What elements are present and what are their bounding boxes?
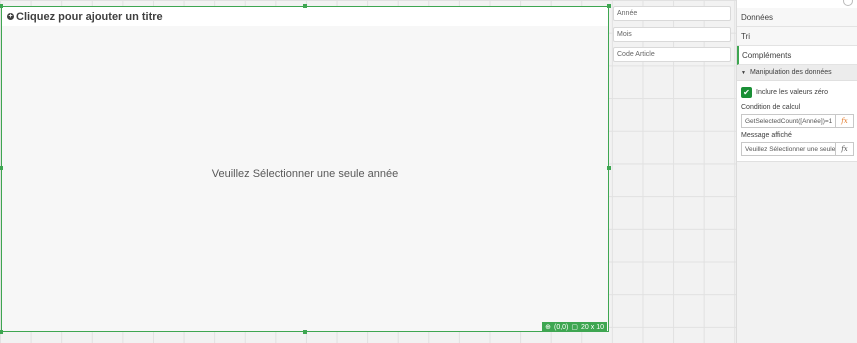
position-size-badge: ⊕ (0,0) ▢ 20 x 10 bbox=[542, 322, 607, 332]
properties-panel: Données Tri Compléments ▼ Manipulation d… bbox=[736, 0, 857, 343]
resize-handle-top-center[interactable] bbox=[303, 4, 307, 8]
section-complements[interactable]: Compléments bbox=[737, 46, 857, 65]
resize-handle-middle-left[interactable] bbox=[0, 166, 3, 170]
title-bar[interactable]: + Cliquez pour ajouter un titre bbox=[2, 7, 608, 26]
filter-pane-annee[interactable]: Année bbox=[613, 6, 731, 21]
calculation-condition-message: Veuillez Sélectionner une seule année bbox=[211, 168, 399, 180]
resize-handle-bottom-center[interactable] bbox=[303, 330, 307, 334]
add-title-icon[interactable]: + bbox=[7, 13, 14, 20]
section-donnees[interactable]: Données bbox=[737, 8, 857, 27]
section-label: Tri bbox=[741, 31, 751, 41]
data-handling-body: ✔ Inclure les valeurs zéro Condition de … bbox=[737, 81, 857, 162]
message-field: Veuillez Sélectionner une seule année fx bbox=[741, 142, 854, 156]
resize-handle-top-left[interactable] bbox=[0, 4, 3, 8]
section-label: Données bbox=[741, 12, 774, 22]
message-label: Message affiché bbox=[741, 132, 792, 139]
subsection-manipulation-donnees[interactable]: ▼ Manipulation des données bbox=[737, 65, 857, 81]
panel-header bbox=[737, 0, 857, 8]
title-placeholder[interactable]: Cliquez pour ajouter un titre bbox=[16, 11, 163, 23]
include-zero-label: Inclure les valeurs zéro bbox=[756, 88, 828, 96]
message-input[interactable]: Veuillez Sélectionner une seule année bbox=[741, 142, 835, 156]
filter-label: Code Article bbox=[617, 51, 655, 58]
condition-label: Condition de calcul bbox=[741, 104, 801, 111]
section-tri[interactable]: Tri bbox=[737, 27, 857, 46]
include-zero-checkbox[interactable]: ✔ bbox=[741, 86, 752, 98]
message-expression-button[interactable]: fx bbox=[835, 142, 854, 156]
include-zero-row[interactable]: ✔ Inclure les valeurs zéro bbox=[741, 85, 854, 99]
caret-down-icon: ▼ bbox=[741, 69, 746, 76]
section-label: Compléments bbox=[742, 50, 792, 60]
subsection-label: Manipulation des données bbox=[749, 69, 832, 76]
filter-pane-code-article[interactable]: Code Article bbox=[613, 47, 731, 62]
filter-label: Mois bbox=[617, 31, 632, 38]
position-value: (0,0) bbox=[554, 323, 569, 331]
resize-handle-middle-right[interactable] bbox=[607, 166, 611, 170]
filter-label: Année bbox=[617, 10, 638, 17]
chart-object[interactable]: + Cliquez pour ajouter un titre Veuillez… bbox=[1, 6, 609, 332]
position-icon: ⊕ bbox=[545, 324, 551, 331]
condition-input[interactable]: GetSelectedCount([Année])=1 bbox=[741, 114, 835, 128]
size-icon: ▢ bbox=[571, 324, 579, 331]
resize-handle-top-right[interactable] bbox=[607, 4, 611, 8]
condition-expression-button[interactable]: fx bbox=[835, 114, 854, 128]
size-value: 20 x 10 bbox=[581, 323, 604, 331]
resize-handle-bottom-left[interactable] bbox=[0, 330, 3, 334]
filter-pane-mois[interactable]: Mois bbox=[613, 27, 731, 42]
condition-field: GetSelectedCount([Année])=1 fx bbox=[741, 114, 854, 128]
panel-toggle-icon[interactable] bbox=[843, 0, 853, 6]
